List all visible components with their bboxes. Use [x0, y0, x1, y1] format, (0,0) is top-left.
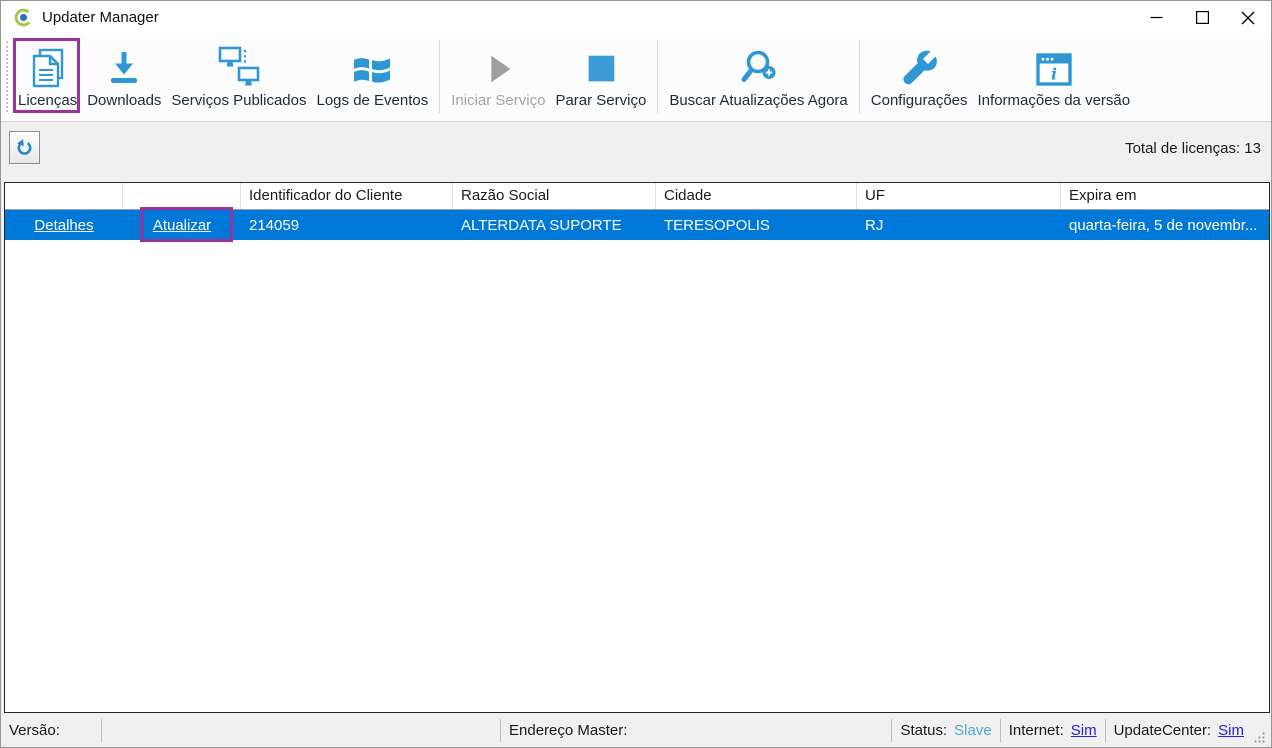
- stop-square-icon: [582, 50, 620, 88]
- internet-sim-link[interactable]: Sim: [1071, 722, 1097, 739]
- toolbar-button-downloads[interactable]: Downloads: [82, 34, 166, 121]
- versao-label: Versão:: [9, 722, 60, 739]
- cell-razao-social: ALTERDATA SUPORTE: [453, 217, 656, 234]
- toolbar-label-parar-servico: Parar Serviço: [555, 91, 646, 111]
- minimize-icon: [1150, 11, 1163, 24]
- toolbar-button-servicos-publicados[interactable]: Serviços Publicados: [166, 34, 311, 121]
- refresh-icon: [15, 138, 34, 157]
- updatecenter-sim-link[interactable]: Sim: [1218, 722, 1244, 739]
- toolbar-button-logs-de-eventos[interactable]: Logs de Eventos: [312, 34, 434, 121]
- header-cell-uf[interactable]: UF: [857, 183, 1061, 209]
- toolbar-grip[interactable]: [6, 41, 8, 112]
- header-cell-cidade[interactable]: Cidade: [656, 183, 857, 209]
- header-cell-expira-em[interactable]: Expira em: [1061, 183, 1269, 209]
- toolbar-separator: [439, 40, 440, 113]
- search-plus-icon: [739, 48, 779, 88]
- list-toolbar: Total de licenças: 13: [1, 122, 1271, 182]
- toolbar-separator: [657, 40, 658, 113]
- play-icon: [479, 50, 517, 88]
- total-licenses-label: Total de licenças: 13: [1125, 140, 1261, 157]
- toolbar-button-iniciar-servico: Iniciar Serviço: [446, 34, 550, 121]
- cell-identificador: 214059: [241, 217, 453, 234]
- cell-cidade: TERESOPOLIS: [656, 217, 857, 234]
- toolbar-label-logs: Serviços Publicados: [171, 91, 306, 111]
- toolbar-button-informacoes-versao[interactable]: i Informações da versão: [973, 34, 1136, 121]
- toolbar-button-parar-servico[interactable]: Parar Serviço: [550, 34, 651, 121]
- toolbar-button-buscar-atualizacoes[interactable]: Buscar Atualizações Agora: [664, 34, 852, 121]
- toolbar-separator: [859, 40, 860, 113]
- close-icon: [1241, 11, 1255, 25]
- toolbar-label-licencas: Licenças: [18, 91, 77, 111]
- wrench-icon: [899, 48, 939, 88]
- header-cell-atualizar[interactable]: [123, 183, 241, 209]
- network-monitors-icon: [218, 46, 260, 88]
- statusbar-separator: [1105, 719, 1106, 742]
- table-header-row: Identificador do Cliente Razão Social Ci…: [5, 183, 1269, 210]
- cell-uf: RJ: [857, 217, 1061, 234]
- licenses-table: Identificador do Cliente Razão Social Ci…: [4, 182, 1270, 713]
- main-toolbar: Licenças Downloads: [1, 34, 1271, 122]
- cell-expira-em: quarta-feira, 5 de novembr...: [1061, 217, 1269, 234]
- window-title: Updater Manager: [42, 9, 159, 26]
- updatecenter-label: UpdateCenter:: [1114, 722, 1212, 739]
- close-button[interactable]: [1225, 1, 1271, 34]
- statusbar-right-group: Status: Slave Internet: Sim UpdateCenter…: [883, 714, 1266, 747]
- toolbar-label-iniciar-servico: Iniciar Serviço: [451, 91, 545, 111]
- download-arrow-icon: [104, 50, 144, 88]
- maximize-icon: [1196, 11, 1209, 24]
- detalhes-link[interactable]: Detalhes: [34, 217, 93, 234]
- endereco-master-label: Endereço Master:: [509, 722, 627, 739]
- info-window-icon: i: [1034, 52, 1074, 88]
- header-cell-razao-social[interactable]: Razão Social: [453, 183, 656, 209]
- cell-detalhes: Detalhes: [5, 217, 123, 234]
- toolbar-label-informacoes-versao: Informações da versão: [978, 91, 1131, 111]
- resize-grip[interactable]: [1253, 731, 1266, 744]
- statusbar-separator: [500, 719, 501, 742]
- internet-label: Internet:: [1009, 722, 1064, 739]
- cell-atualizar: Atualizar: [123, 217, 241, 234]
- window-controls: [1133, 1, 1271, 34]
- windows-flag-icon: [352, 54, 392, 88]
- alterdata-app-icon: [14, 8, 33, 27]
- toolbar-label-downloads: Downloads: [87, 91, 161, 111]
- updater-manager-window: Updater Manager: [0, 0, 1272, 748]
- toolbar-button-licencas[interactable]: Licenças: [13, 34, 82, 121]
- title-bar: Updater Manager: [1, 1, 1271, 34]
- status-bar: Versão: Endereço Master: Status: Slave I…: [1, 714, 1271, 747]
- statusbar-separator: [101, 719, 102, 742]
- toolbar-button-configuracoes[interactable]: Configurações: [866, 34, 973, 121]
- toolbar-label-configuracoes: Configurações: [871, 91, 968, 111]
- refresh-button[interactable]: [9, 131, 40, 164]
- licenses-documents-icon: [30, 48, 66, 88]
- maximize-button[interactable]: [1179, 1, 1225, 34]
- statusbar-separator: [891, 719, 892, 742]
- header-cell-detalhes[interactable]: [5, 183, 123, 209]
- status-value: Slave: [954, 722, 992, 739]
- header-cell-identificador[interactable]: Identificador do Cliente: [241, 183, 453, 209]
- statusbar-separator: [1000, 719, 1001, 742]
- svg-text:i: i: [1051, 65, 1057, 84]
- minimize-button[interactable]: [1133, 1, 1179, 34]
- status-label: Status:: [900, 722, 947, 739]
- toolbar-label-logs-de-eventos: Logs de Eventos: [317, 91, 429, 111]
- atualizar-link[interactable]: Atualizar: [153, 217, 211, 234]
- table-row[interactable]: Detalhes Atualizar 214059 ALTERDATA SUPO…: [5, 210, 1269, 240]
- toolbar-label-buscar-atualizacoes: Buscar Atualizações Agora: [669, 91, 847, 111]
